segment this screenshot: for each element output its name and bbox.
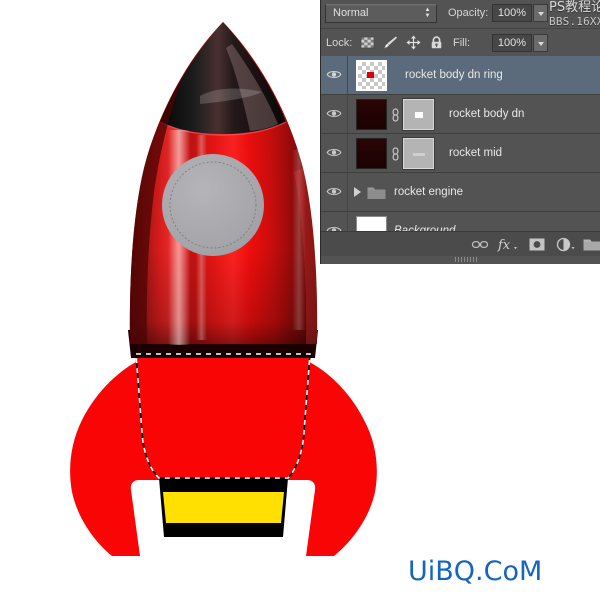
rocket-lower-body	[136, 354, 310, 478]
mask-shape-glyph	[415, 112, 423, 118]
new-group-folder-icon[interactable]	[581, 235, 600, 254]
layer-name[interactable]: rocket body dn ring	[405, 69, 503, 81]
grip-lines-icon	[455, 257, 479, 262]
lock-all-padlock-icon[interactable]	[428, 34, 445, 51]
layers-panel-footer: fx	[321, 231, 600, 256]
rocket-window	[162, 154, 264, 256]
blend-opacity-row: Normal Opacity: 100% PS教程论坛 BBS.16XX8.CO…	[321, 0, 600, 29]
fill-input[interactable]: 100%	[492, 34, 532, 52]
lock-image-brush-icon[interactable]	[382, 34, 399, 51]
group-expand-triangle-icon[interactable]	[354, 187, 361, 197]
stepper-arrows-icon[interactable]	[423, 7, 432, 21]
layer-name[interactable]: rocket body dn	[449, 108, 524, 120]
watermark-en: BBS.16XX8.COM	[549, 15, 600, 28]
layer-visibility-cell[interactable]	[321, 134, 348, 172]
layer-name[interactable]: rocket mid	[449, 147, 502, 159]
eye-icon[interactable]	[326, 146, 342, 159]
add-layer-mask-icon[interactable]	[526, 235, 548, 254]
layer-thumbnail[interactable]	[356, 138, 387, 169]
layer-visibility-cell[interactable]	[321, 56, 348, 94]
nozzle-yellow-band	[163, 492, 284, 523]
thumbnail-red-dot	[367, 72, 374, 78]
folder-icon[interactable]	[367, 185, 386, 200]
eye-icon[interactable]	[326, 185, 342, 198]
layer-row-rocket-mid[interactable]: rocket mid	[321, 134, 600, 173]
blend-mode-value: Normal	[333, 7, 369, 19]
lock-transparency-icon[interactable]	[359, 34, 376, 51]
adjustment-layer-icon[interactable]	[554, 235, 576, 254]
panel-resize-grip[interactable]	[321, 256, 600, 264]
watermark-cn: PS教程论坛	[549, 0, 600, 15]
watermark-panel-text: PS教程论坛 BBS.16XX8.COM	[549, 0, 600, 29]
fill-label: Fill:	[453, 37, 471, 49]
fill-chevron-down-icon[interactable]	[533, 34, 548, 52]
opacity-chevron-down-icon[interactable]	[533, 4, 548, 22]
opacity-label: Opacity:	[448, 7, 489, 19]
eye-icon[interactable]	[326, 107, 342, 120]
layer-row-rocket-body-dn[interactable]: rocket body dn	[321, 95, 600, 134]
lower-body-fill	[136, 354, 310, 478]
lock-fill-row: Lock: Fill: 100%	[321, 29, 600, 58]
layer-thumbnail[interactable]	[356, 60, 387, 91]
mask-shape-glyph	[413, 153, 425, 156]
rocket-main-body	[128, 22, 318, 358]
rocket-engine-nozzle	[159, 478, 288, 537]
mask-link-chain-icon[interactable]	[391, 108, 400, 122]
watermark-bottom-text: UiBQ.CoM	[408, 556, 543, 587]
layer-mask-thumbnail[interactable]	[403, 99, 434, 130]
svg-text:fx: fx	[497, 238, 511, 253]
layer-visibility-cell[interactable]	[321, 95, 348, 133]
blend-mode-select[interactable]: Normal	[325, 4, 437, 23]
eye-icon[interactable]	[326, 68, 342, 81]
layer-name[interactable]: rocket engine	[394, 186, 463, 198]
link-layers-icon[interactable]	[469, 235, 491, 254]
mask-link-chain-icon[interactable]	[391, 147, 400, 161]
layer-styles-fx-icon[interactable]: fx	[496, 235, 518, 254]
layers-panel[interactable]: Normal Opacity: 100% PS教程论坛 BBS.16XX8.CO…	[320, 0, 600, 264]
layer-list[interactable]: rocket body dn ring rocket body dn rocke…	[321, 56, 600, 251]
opacity-input[interactable]: 100%	[492, 4, 532, 22]
lock-label: Lock:	[326, 37, 353, 49]
layer-row-rocket-body-dn-ring[interactable]: rocket body dn ring	[321, 56, 600, 95]
lock-position-move-icon[interactable]	[405, 34, 422, 51]
layer-thumbnail[interactable]	[356, 99, 387, 130]
layer-visibility-cell[interactable]	[321, 173, 348, 211]
layer-row-rocket-engine-group[interactable]: rocket engine	[321, 173, 600, 212]
layer-mask-thumbnail[interactable]	[403, 138, 434, 169]
